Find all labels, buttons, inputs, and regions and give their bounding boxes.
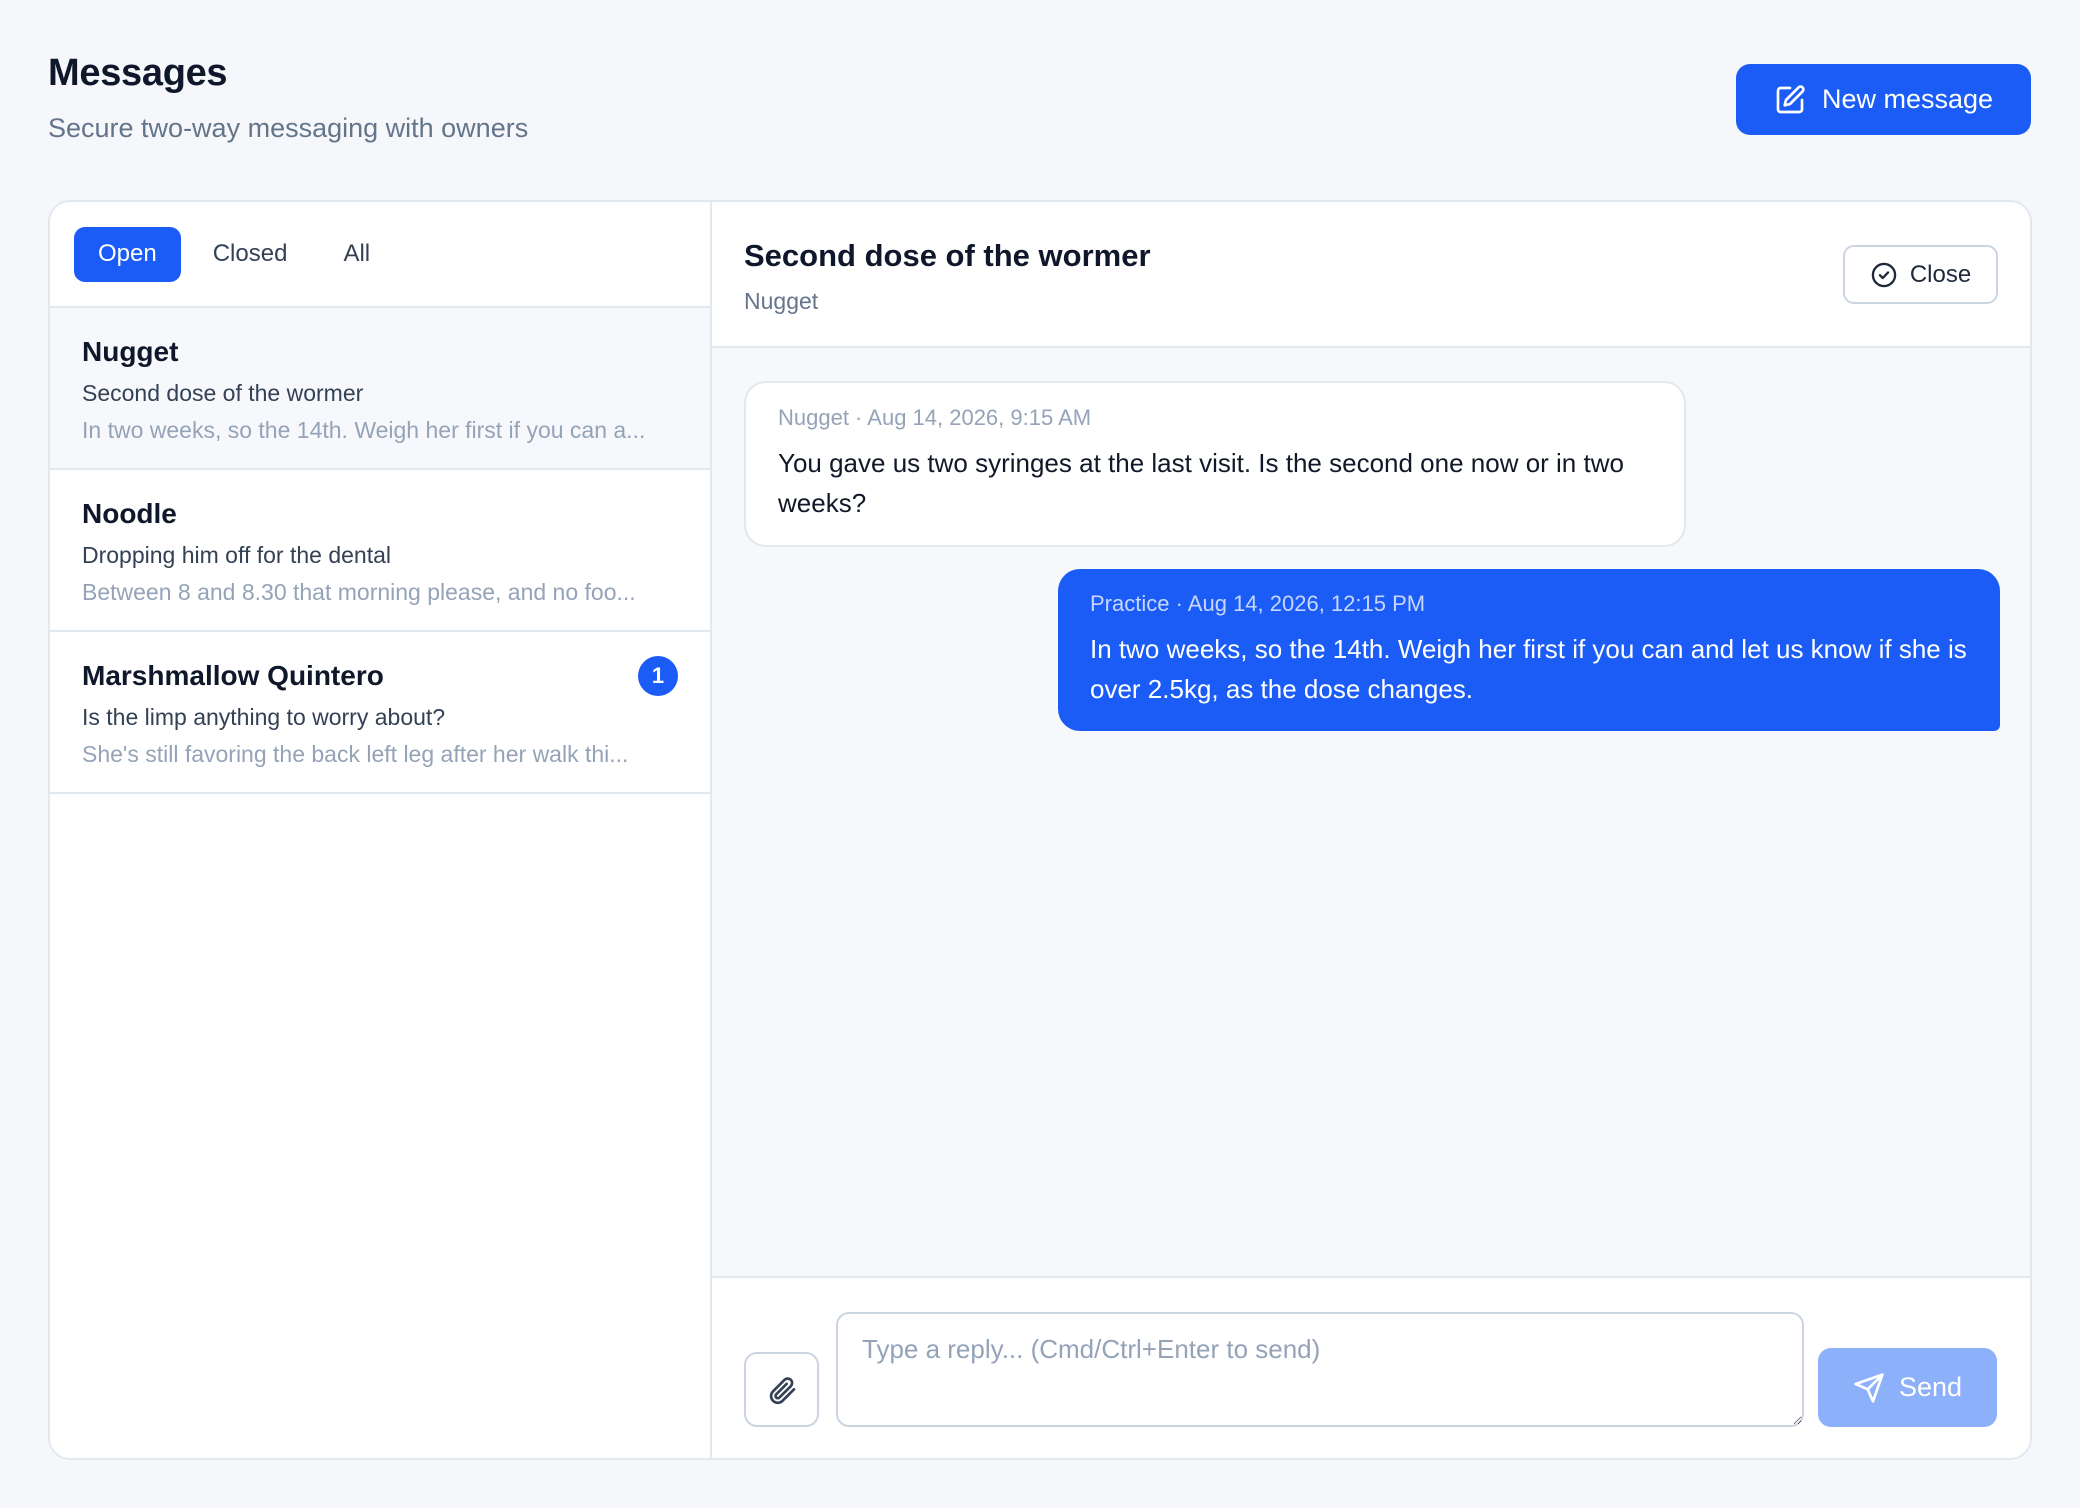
unread-badge: 1 <box>638 656 678 696</box>
conversation-name: Noodle <box>82 498 177 529</box>
tab-open[interactable]: Open <box>74 226 181 282</box>
page-title: Messages <box>48 52 228 94</box>
conversation-subject: Is the limp anything to worry about? <box>82 704 446 730</box>
message-meta: Nugget · Aug 14, 2026, 9:15 AM <box>778 405 1092 430</box>
conversation-subject: Second dose of the wormer <box>82 380 364 406</box>
close-conversation-button[interactable]: Close <box>1843 245 1998 304</box>
send-icon <box>1854 1372 1884 1403</box>
filter-tabs: Open Closed All <box>50 202 710 308</box>
thread-title: Second dose of the wormer <box>744 238 1151 273</box>
conversation-preview: In two weeks, so the 14th. Weigh her fir… <box>82 417 646 443</box>
message-bubble-outgoing: Practice · Aug 14, 2026, 12:15 PM In two… <box>1058 569 2000 731</box>
message-bubble-incoming: Nugget · Aug 14, 2026, 9:15 AM You gave … <box>744 381 1686 547</box>
conversation-item-nugget[interactable]: Nugget Second dose of the wormer In two … <box>50 308 710 470</box>
new-message-label: New message <box>1821 84 1994 114</box>
conversation-preview: Between 8 and 8.30 that morning please, … <box>82 579 636 605</box>
thread-pet-name: Nugget <box>744 288 819 314</box>
reply-input[interactable] <box>836 1312 1804 1427</box>
send-button[interactable]: Send <box>1818 1348 1997 1427</box>
conversation-subject: Dropping him off for the dental <box>82 542 391 568</box>
paperclip-icon <box>769 1376 795 1404</box>
conversation-item-marshmallow-quintero[interactable]: Marshmallow Quintero 1 Is the limp anyth… <box>50 632 710 794</box>
conversation-name: Nugget <box>82 336 179 367</box>
conversation-preview: She's still favoring the back left leg a… <box>82 741 629 767</box>
close-label: Close <box>1909 260 1972 288</box>
message-list: Nugget · Aug 14, 2026, 9:15 AM You gave … <box>712 348 2030 1278</box>
thread-header: Second dose of the wormer Nugget Close <box>712 202 2030 348</box>
message-thread: Second dose of the wormer Nugget Close N… <box>712 202 2030 1458</box>
pencil-square-icon <box>1776 84 1805 113</box>
tab-closed[interactable]: Closed <box>189 227 312 282</box>
conversation-name: Marshmallow Quintero <box>82 660 384 691</box>
conversation-sidebar: Open Closed All Nugget Second dose of th… <box>50 202 712 1458</box>
attach-button[interactable] <box>744 1352 819 1427</box>
page-header: Messages Secure two-way messaging with o… <box>48 52 528 144</box>
conversation-item-noodle[interactable]: Noodle Dropping him off for the dental B… <box>50 470 710 632</box>
send-label: Send <box>1898 1372 1963 1402</box>
new-message-button[interactable]: New message <box>1736 64 2031 135</box>
message-text: You gave us two syringes at the last vis… <box>778 448 1624 518</box>
message-text: In two weeks, so the 14th. Weigh her fir… <box>1090 634 1967 704</box>
message-meta: Practice · Aug 14, 2026, 12:15 PM <box>1090 591 1426 616</box>
messages-panel: Open Closed All Nugget Second dose of th… <box>48 200 2032 1460</box>
check-circle-icon <box>1871 262 1897 287</box>
page-subtitle: Secure two-way messaging with owners <box>48 113 529 143</box>
reply-composer: Send <box>712 1280 2030 1458</box>
tab-all[interactable]: All <box>319 227 394 282</box>
